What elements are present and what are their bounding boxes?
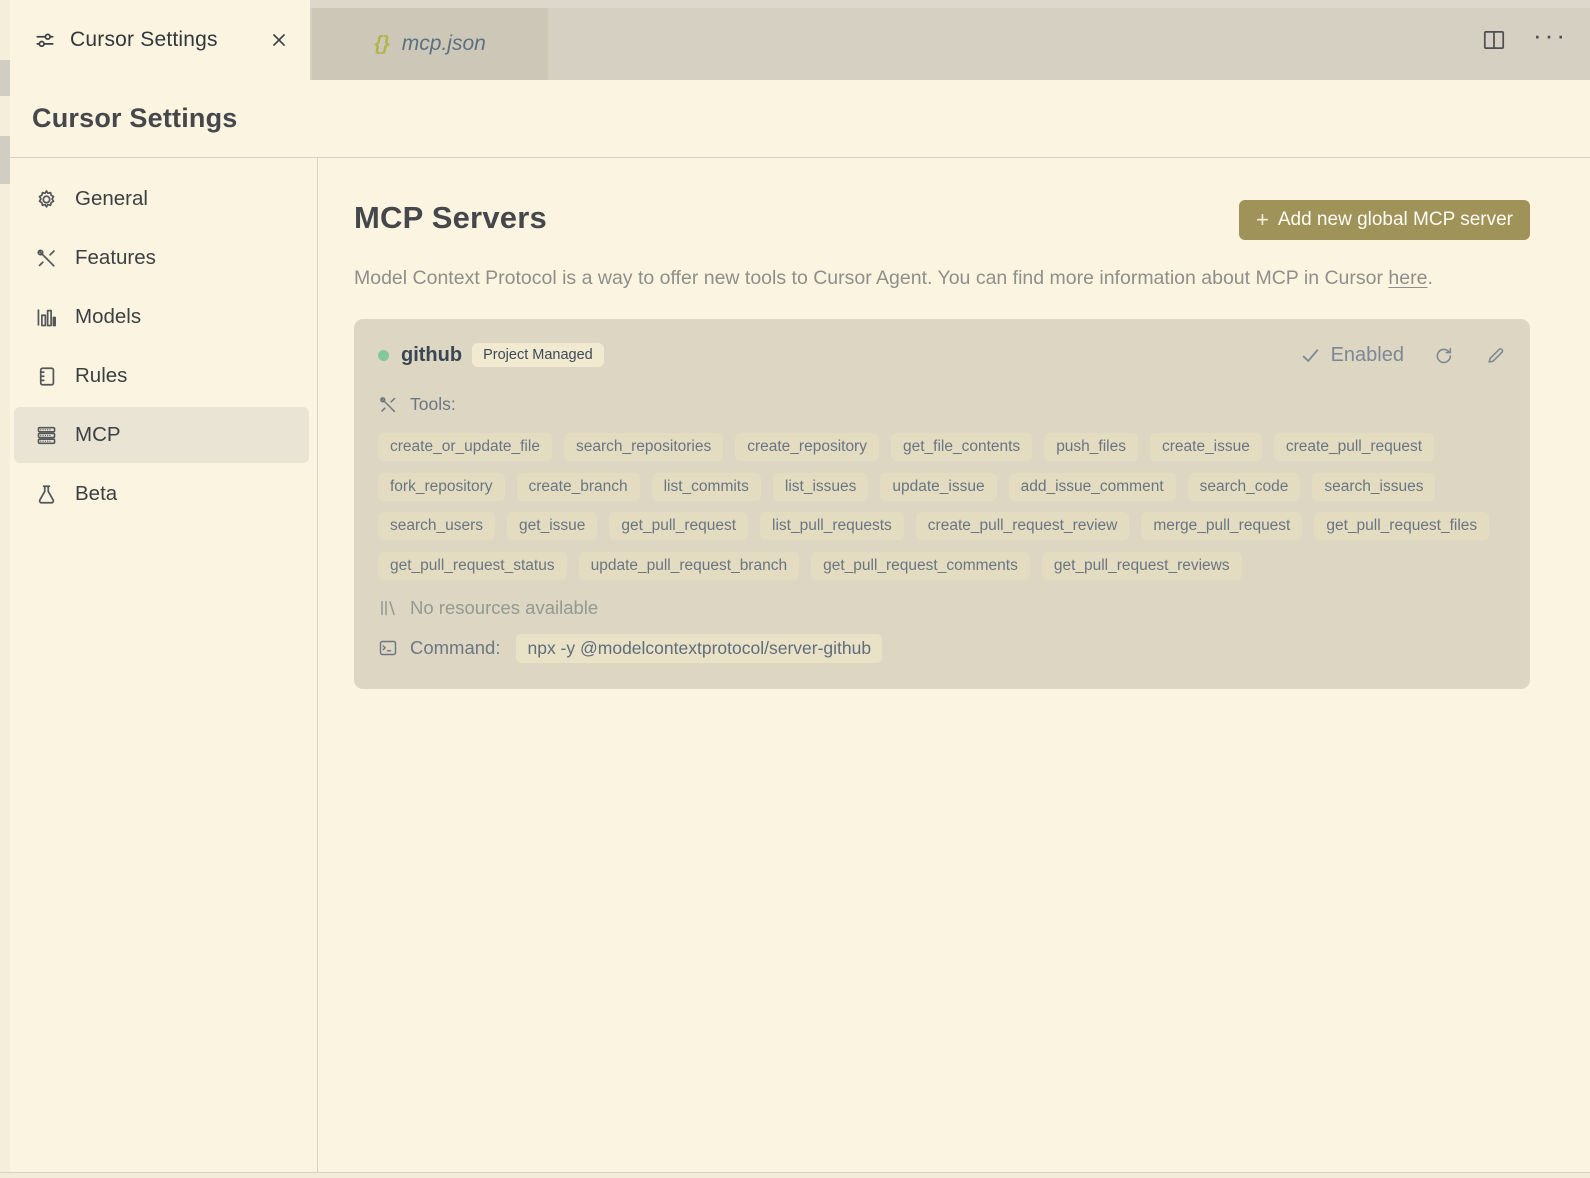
tools-icon bbox=[35, 247, 58, 270]
sidebar-item-rules[interactable]: Rules bbox=[14, 348, 309, 404]
tool-chip: create_pull_request bbox=[1273, 433, 1435, 461]
left-edge-strip bbox=[0, 0, 10, 1172]
tool-chip: create_branch bbox=[516, 472, 640, 501]
more-actions-icon[interactable]: ··· bbox=[1533, 22, 1568, 58]
tool-chip: push_files bbox=[1044, 433, 1138, 461]
server-name: github bbox=[401, 343, 463, 366]
tools-label: Tools: bbox=[410, 394, 456, 414]
tool-chip: get_issue bbox=[507, 512, 598, 540]
json-icon: {} bbox=[374, 32, 390, 55]
flask-icon bbox=[35, 483, 58, 506]
mcp-settings-panel: MCP Servers + Add new global MCP server … bbox=[318, 158, 1590, 1172]
terminal-icon bbox=[378, 638, 398, 658]
here-link[interactable]: here bbox=[1388, 267, 1427, 289]
check-icon bbox=[1300, 345, 1321, 366]
tool-chip: list_issues bbox=[772, 472, 869, 501]
tool-chip: create_repository bbox=[735, 433, 879, 461]
tool-chip: get_file_contents bbox=[890, 433, 1033, 461]
tool-chip: update_pull_request_branch bbox=[578, 551, 800, 580]
gear-icon bbox=[35, 188, 58, 211]
command-value: npx -y @modelcontextprotocol/server-gith… bbox=[516, 633, 883, 663]
bar-chart-icon bbox=[35, 306, 58, 329]
tab-cursor-settings[interactable]: Cursor Settings bbox=[10, 0, 310, 80]
tool-chip: create_pull_request_review bbox=[915, 512, 1130, 540]
resources-text: No resources available bbox=[410, 596, 599, 618]
server-stack-icon bbox=[35, 424, 58, 447]
tool-chip: get_pull_request bbox=[609, 512, 749, 540]
split-editor-icon[interactable] bbox=[1481, 27, 1507, 53]
tool-chip: list_pull_requests bbox=[760, 512, 904, 540]
settings-header: Cursor Settings bbox=[0, 80, 1590, 157]
section-heading: MCP Servers bbox=[354, 200, 547, 235]
tool-chip: create_issue bbox=[1149, 433, 1262, 461]
close-icon[interactable] bbox=[270, 31, 288, 49]
tool-chip: search_issues bbox=[1312, 472, 1436, 501]
tab-label: Cursor Settings bbox=[70, 28, 218, 51]
tools-chip-list: create_or_update_file search_repositories… bbox=[378, 433, 1506, 580]
tabbar-actions: ··· bbox=[1481, 0, 1568, 80]
sidebar-item-mcp[interactable]: MCP bbox=[14, 407, 309, 463]
add-global-mcp-server-button[interactable]: + Add new global MCP server bbox=[1238, 200, 1530, 240]
sidebar-item-label: Models bbox=[75, 305, 142, 328]
tool-chip: get_pull_request_reviews bbox=[1041, 551, 1242, 580]
tool-chip: search_code bbox=[1187, 472, 1301, 501]
status-dot bbox=[378, 349, 389, 361]
library-icon bbox=[378, 598, 398, 618]
bottom-edge bbox=[0, 1172, 1590, 1178]
tool-chip: merge_pull_request bbox=[1141, 512, 1303, 540]
enabled-label: Enabled bbox=[1330, 343, 1404, 366]
sidebar-item-label: Rules bbox=[75, 364, 128, 387]
sidebar-item-label: Features bbox=[75, 246, 156, 269]
tool-chip: update_issue bbox=[880, 472, 997, 501]
sliders-icon bbox=[34, 29, 56, 51]
edit-pencil-icon[interactable] bbox=[1485, 345, 1506, 366]
tool-chip: list_commits bbox=[651, 472, 761, 501]
tab-bar: Cursor Settings {} mcp.json ··· bbox=[0, 0, 1590, 80]
tool-chip: fork_repository bbox=[378, 472, 505, 501]
sidebar-item-models[interactable]: Models bbox=[14, 289, 309, 345]
tab-label: mcp.json bbox=[401, 32, 486, 55]
enabled-toggle[interactable]: Enabled bbox=[1300, 344, 1404, 367]
tool-chip: get_pull_request_comments bbox=[811, 551, 1030, 580]
tool-chip: search_users bbox=[378, 512, 496, 540]
settings-sidebar: General Features Models Rules MCP Beta bbox=[10, 158, 318, 1172]
tool-chip: get_pull_request_files bbox=[1314, 512, 1490, 540]
tool-chip: add_issue_comment bbox=[1008, 472, 1176, 501]
project-managed-badge: Project Managed bbox=[472, 343, 604, 367]
tools-icon bbox=[378, 395, 398, 415]
mcp-server-card: github Project Managed Enabled Tools: cr… bbox=[354, 319, 1530, 689]
sidebar-item-general[interactable]: General bbox=[14, 171, 309, 227]
command-label: Command: bbox=[410, 637, 501, 658]
sidebar-item-features[interactable]: Features bbox=[14, 230, 309, 286]
plus-icon: + bbox=[1255, 207, 1269, 232]
tool-chip: search_repositories bbox=[563, 433, 724, 461]
header-divider bbox=[10, 157, 1590, 158]
sidebar-item-label: MCP bbox=[75, 423, 121, 446]
notebook-icon bbox=[35, 365, 58, 388]
add-button-label: Add new global MCP server bbox=[1277, 209, 1513, 230]
tool-chip: create_or_update_file bbox=[378, 433, 552, 461]
sidebar-item-label: General bbox=[75, 187, 148, 210]
refresh-icon[interactable] bbox=[1433, 345, 1454, 366]
sidebar-item-beta[interactable]: Beta bbox=[14, 466, 309, 522]
tab-mcp-json[interactable]: {} mcp.json bbox=[312, 8, 548, 80]
mcp-description: Model Context Protocol is a way to offer… bbox=[354, 267, 1433, 289]
sidebar-item-label: Beta bbox=[75, 482, 118, 505]
page-title: Cursor Settings bbox=[32, 103, 238, 133]
tool-chip: get_pull_request_status bbox=[378, 551, 567, 580]
